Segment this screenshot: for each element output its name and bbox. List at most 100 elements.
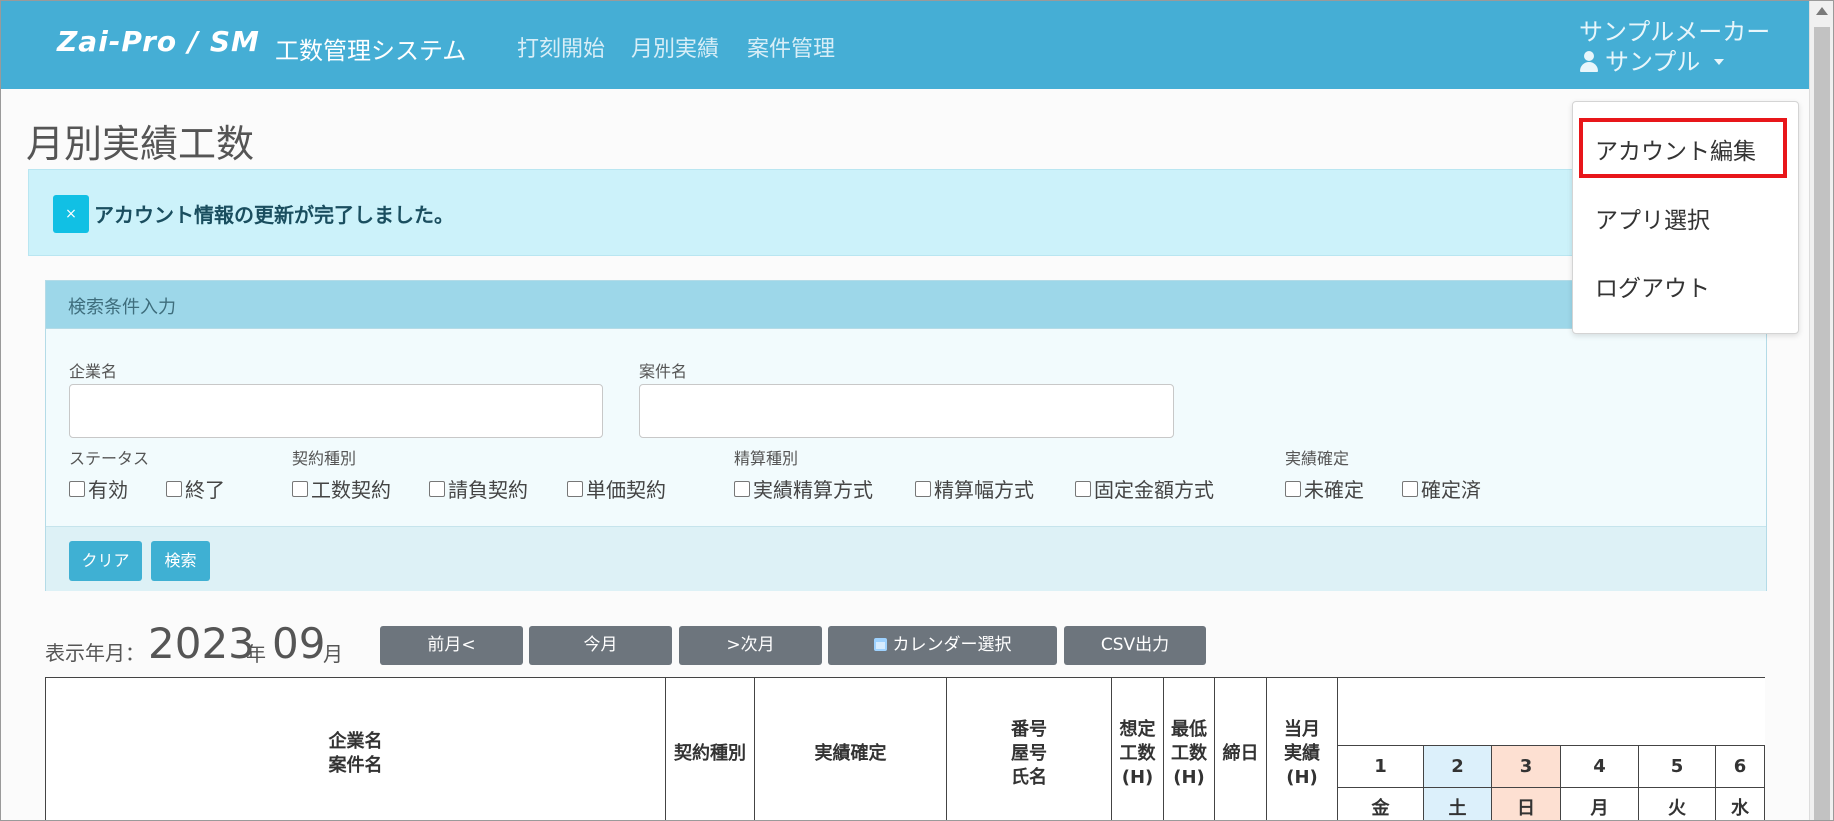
display-year: 2023: [148, 619, 255, 668]
status-group-label: ステータス: [69, 449, 150, 468]
header-month-result-line1: 当月: [1284, 718, 1320, 740]
header-min-hours-line1: 最低: [1171, 718, 1207, 740]
system-name: 工数管理システム: [275, 37, 467, 65]
checkbox-settlement-fixed[interactable]: 固定金額方式: [1075, 474, 1214, 503]
header-assumed-hours-line3: (H): [1121, 766, 1154, 788]
checkbox-box[interactable]: [1285, 480, 1301, 497]
checkbox-label: 有効: [88, 478, 128, 502]
day-cell-saturday: 2: [1423, 745, 1492, 788]
user-dropdown-menu: アカウント編集 アプリ選択 ログアウト: [1572, 101, 1799, 334]
day-cell: 6: [1715, 745, 1765, 788]
checkbox-box[interactable]: [69, 480, 85, 497]
checkbox-box[interactable]: [915, 480, 931, 497]
caret-down-icon: [1714, 59, 1725, 65]
scroll-up-arrow-icon[interactable]: [1816, 7, 1828, 15]
weekday-cell: 金: [1337, 787, 1424, 820]
checkbox-contract-hours[interactable]: 工数契約: [292, 474, 391, 503]
checkbox-status-ended[interactable]: 終了: [166, 474, 225, 503]
checkbox-box[interactable]: [1402, 480, 1418, 497]
checkbox-label: 工数契約: [311, 478, 391, 502]
checkbox-label: 精算幅方式: [934, 478, 1034, 502]
checkbox-label: 単価契約: [586, 478, 666, 502]
weekday-cell-saturday: 土: [1423, 787, 1492, 820]
weekday-cell: 月: [1560, 787, 1639, 820]
browser-frame: Zai-Pro / SM 工数管理システム 打刻開始 月別実績 案件管理 サンプ…: [0, 0, 1834, 821]
checkbox-unconfirmed[interactable]: 未確定: [1285, 474, 1364, 503]
display-month-label: 表示年月：: [45, 641, 145, 665]
user-menu-toggle[interactable]: サンプルメーカー サンプル: [1579, 17, 1770, 77]
nav-link-clock-in[interactable]: 打刻開始: [517, 31, 605, 63]
company-name: サンプルメーカー: [1579, 18, 1771, 46]
day-cell: 1: [1337, 745, 1424, 788]
weekday-cell-sunday: 日: [1491, 787, 1561, 820]
result-confirm-group-label: 実績確定: [1285, 449, 1350, 468]
brand-logo[interactable]: Zai-Pro / SM: [57, 25, 260, 58]
checkbox-label: 請負契約: [448, 478, 528, 502]
company-name-input[interactable]: [69, 384, 603, 438]
day-cell-sunday: 3: [1491, 745, 1561, 788]
vertical-scrollbar[interactable]: [1809, 1, 1833, 820]
checkbox-box[interactable]: [429, 480, 445, 497]
header-result-confirm: 実績確定: [754, 677, 947, 820]
header-month-result-line2: 実績: [1284, 742, 1320, 764]
header-min-hours-line2: 工数: [1171, 742, 1207, 764]
header-assumed-hours: 想定 工数 (H): [1111, 677, 1164, 820]
prev-month-button[interactable]: 前月<: [380, 626, 523, 665]
checkbox-box[interactable]: [734, 480, 750, 497]
weekday-cell: 火: [1638, 787, 1716, 820]
nav-link-monthly-results[interactable]: 月別実績: [631, 31, 719, 63]
checkbox-box[interactable]: [166, 480, 182, 497]
day-cell: 4: [1560, 745, 1639, 788]
day-cell: 5: [1638, 745, 1716, 788]
user-icon: [1579, 51, 1599, 73]
scrollbar-thumb[interactable]: [1814, 27, 1830, 820]
checkbox-box[interactable]: [1075, 480, 1091, 497]
top-navbar: Zai-Pro / SM 工数管理システム 打刻開始 月別実績 案件管理 サンプ…: [1, 1, 1809, 89]
checkbox-label: 終了: [185, 478, 225, 502]
csv-export-button[interactable]: CSV出力: [1064, 626, 1206, 665]
search-button[interactable]: 検索: [151, 541, 210, 581]
header-project-name: 案件名: [328, 754, 383, 776]
header-person-name: 氏名: [1011, 766, 1047, 788]
checkbox-contract-lump-sum[interactable]: 請負契約: [429, 474, 528, 503]
checkbox-settlement-range[interactable]: 精算幅方式: [915, 474, 1034, 503]
checkbox-box[interactable]: [292, 480, 308, 497]
success-alert: × アカウント情報の更新が完了しました。: [28, 169, 1628, 256]
header-min-hours-line3: (H): [1173, 766, 1205, 788]
alert-close-button[interactable]: ×: [53, 195, 89, 233]
checkbox-label: 固定金額方式: [1094, 478, 1214, 502]
checkbox-label: 実績精算方式: [753, 478, 873, 502]
user-name: サンプル: [1605, 48, 1701, 76]
header-trade-name: 屋号: [1011, 742, 1047, 764]
calendar-select-label: カレンダー選択: [892, 635, 1012, 655]
header-month-result-line3: (H): [1286, 766, 1318, 788]
menu-item-logout[interactable]: ログアウト: [1595, 269, 1710, 303]
checkbox-status-active[interactable]: 有効: [69, 474, 128, 503]
project-name-input[interactable]: [639, 384, 1174, 438]
checkbox-settlement-actual[interactable]: 実績精算方式: [734, 474, 873, 503]
year-unit: 年: [246, 642, 266, 666]
checkbox-confirmed[interactable]: 確定済: [1402, 474, 1481, 503]
menu-item-account-edit[interactable]: アカウント編集: [1595, 132, 1756, 166]
header-min-hours: 最低 工数 (H): [1163, 677, 1215, 820]
company-name-label: 企業名: [69, 362, 118, 381]
checkbox-contract-unit-price[interactable]: 単価契約: [567, 474, 666, 503]
header-assumed-hours-line2: 工数: [1119, 742, 1156, 764]
menu-item-app-select[interactable]: アプリ選択: [1595, 201, 1710, 235]
header-numbers: 番号 屋号 氏名: [946, 677, 1112, 820]
header-month-result: 当月 実績 (H): [1266, 677, 1338, 820]
search-panel-header: 検索条件入力: [46, 281, 1766, 329]
this-month-button[interactable]: 今月: [529, 626, 672, 665]
weekday-cell: 水: [1715, 787, 1765, 820]
calendar-select-button[interactable]: カレンダー選択: [828, 626, 1057, 665]
monthly-results-table: 企業名 案件名 契約種別 実績確定 番号 屋号 氏名 想定 工数 (H) 最低 …: [45, 677, 1765, 820]
header-contract-type: 契約種別: [665, 677, 755, 820]
next-month-button[interactable]: >次月: [679, 626, 822, 665]
search-panel: 検索条件入力 企業名 案件名 ステータス 契約種別 精算種別 実績確定 有効 終…: [45, 280, 1767, 591]
header-assumed-hours-line1: 想定: [1119, 718, 1156, 740]
checkbox-box[interactable]: [567, 480, 583, 497]
header-days-spacer: [1337, 677, 1765, 746]
alert-message: アカウント情報の更新が完了しました。: [94, 203, 454, 227]
nav-link-project-management[interactable]: 案件管理: [747, 31, 835, 63]
clear-button[interactable]: クリア: [69, 541, 142, 581]
